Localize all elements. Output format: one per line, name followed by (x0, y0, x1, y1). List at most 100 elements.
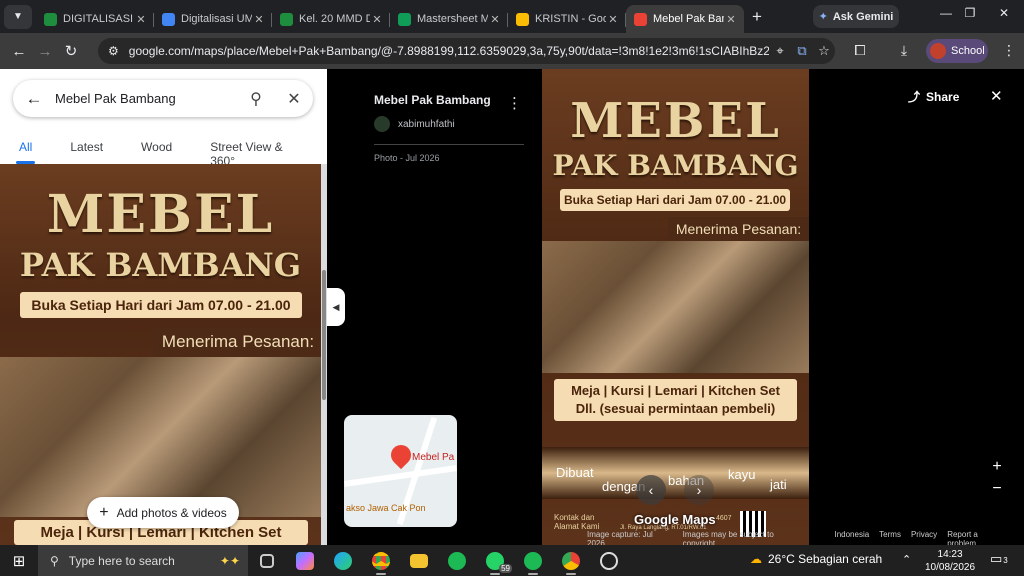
bookmark-star-icon[interactable]: ☆ (813, 43, 835, 59)
map-pin-icon (386, 440, 416, 470)
contact-label: Kontak dan Alamat Kami (554, 513, 600, 531)
photo-info-card: Mebel Pak Bambang xabimuhfathi Photo - J… (374, 93, 524, 163)
next-photo-button[interactable]: › (684, 475, 714, 505)
close-tab-icon[interactable]: ✕ (724, 13, 738, 26)
chrome-profile-icon[interactable] (552, 545, 590, 576)
sparkle-icon: ✦✦ (219, 553, 240, 568)
collapse-panel-button[interactable]: ◀ (327, 288, 345, 326)
opening-hours: Buka Setiap Hari dari Jam 07.00 - 21.00 (560, 189, 790, 211)
close-window-button[interactable]: ✕ (992, 6, 1016, 26)
contributor[interactable]: xabimuhfathi (374, 116, 524, 132)
browser-tab[interactable]: DIGITALISASI U✕ (36, 5, 154, 33)
profile-button[interactable]: School (926, 39, 988, 63)
sign-text-dibuat: Dibuat (556, 465, 594, 480)
whatsapp-icon[interactable]: 59 (476, 545, 514, 576)
sign-subtitle: PAK BAMBANG (19, 246, 302, 284)
system-clock[interactable]: 14:23 10/08/2026 (925, 548, 975, 574)
google-maps-watermark: Google Maps (634, 512, 716, 527)
browser-tab[interactable]: Mastersheet M ✕ (390, 5, 508, 33)
opening-hours: Buka Setiap Hari dari Jam 07.00 - 21.00 (20, 292, 302, 318)
zoom-in-button[interactable]: + (990, 458, 1004, 476)
task-view-icon[interactable] (248, 545, 286, 576)
forward-icon[interactable]: → (32, 43, 58, 60)
chrome-icon[interactable] (362, 545, 400, 576)
tab-filter-3[interactable]: Street View & 360° (191, 132, 327, 168)
sign-title: MEBEL (46, 184, 275, 245)
place-title[interactable]: Mebel Pak Bambang (374, 93, 524, 107)
tab-filter-2[interactable]: Wood (122, 132, 191, 164)
tab-title: Mastersheet M (417, 13, 488, 25)
taskbar-search[interactable]: ⚲ Type here to search ✦✦ (38, 545, 248, 576)
close-tab-icon[interactable]: ✕ (488, 13, 502, 26)
whatsapp-badge: 59 (499, 564, 512, 573)
mini-map[interactable]: Mebel Pa akso Jawa Cak Pon (344, 415, 457, 527)
chevron-right-icon: › (696, 482, 702, 498)
chatgpt-icon[interactable] (590, 545, 628, 576)
tab-title: Kel. 20 MMD D (299, 13, 370, 25)
browser-tab[interactable]: Mebel Pak Bam ✕ (626, 5, 744, 33)
share-button[interactable]: ⤴ Share (908, 88, 959, 105)
tab-title: DIGITALISASI U (63, 13, 134, 25)
sign-subtitle: PAK BAMBANG (552, 149, 799, 182)
tab-title: Digitalisasi UM (181, 13, 252, 25)
download-icon[interactable]: ⤓ (893, 42, 915, 59)
sign-text-jati: jati (770, 477, 787, 492)
back-arrow-icon[interactable]: ← (13, 89, 55, 109)
close-viewer-icon[interactable]: ✕ (990, 87, 1003, 105)
close-icon[interactable]: ✕ (275, 89, 313, 109)
maps-footer: Image capture: Jul 2026 Images may be su… (587, 530, 1024, 548)
tab-favicon-icon (516, 12, 529, 26)
tab-filter-0[interactable]: All (0, 132, 51, 164)
more-options-icon[interactable]: ⋮ (507, 94, 522, 112)
close-tab-icon[interactable]: ✕ (252, 13, 266, 26)
new-tab-button[interactable]: + (744, 7, 770, 27)
sparkle-icon: ✦ (818, 11, 828, 23)
close-tab-icon[interactable]: ✕ (134, 13, 148, 26)
menu-icon[interactable]: ⋮ (998, 42, 1020, 59)
address-bar[interactable]: ⚙ google.com/maps/place/Mebel+Pak+Bamban… (98, 38, 835, 64)
plus-icon: + (99, 503, 109, 521)
spotify-icon[interactable] (438, 545, 476, 576)
maximize-button[interactable]: ❐ (958, 6, 982, 26)
notification-icon[interactable]: ▭3 (990, 551, 1008, 567)
tab-search-button[interactable]: ▼ (4, 4, 32, 29)
back-icon[interactable]: ← (6, 43, 32, 60)
add-photos-button[interactable]: + Add photos & videos (87, 497, 239, 528)
browser-tab[interactable]: Digitalisasi UM ✕ (154, 5, 272, 33)
url-text: google.com/maps/place/Mebel+Pak+Bambang/… (128, 44, 769, 58)
spotify-running-icon[interactable] (514, 545, 552, 576)
copilot-icon[interactable] (286, 545, 324, 576)
edge-icon[interactable] (324, 545, 362, 576)
browser-tab[interactable]: KRISTIN - Goo ✕ (508, 5, 626, 33)
main-photo[interactable]: MEBEL PAK BAMBANG Buka Setiap Hari dari … (542, 69, 809, 545)
minimize-button[interactable]: — (934, 6, 958, 26)
reload-icon[interactable]: ↻ (58, 42, 84, 60)
file-explorer-icon[interactable] (400, 545, 438, 576)
avatar (930, 43, 946, 59)
location-icon[interactable]: ⌖ (769, 43, 791, 59)
windows-start-icon[interactable]: ⊞ (0, 552, 38, 570)
weather-widget[interactable]: ☁ 26°C Sebagian cerah (750, 552, 882, 566)
install-icon[interactable]: ⧉ (791, 43, 813, 59)
maps-search-box[interactable]: ← Mebel Pak Bambang ⚲ ✕ (13, 80, 313, 117)
menerima-label: Menerima Pesanan: (155, 327, 321, 357)
photo-thumbnail[interactable]: MEBEL PAK BAMBANG Buka Setiap Hari dari … (0, 164, 321, 545)
tab-favicon-icon (398, 12, 411, 26)
search-icon[interactable]: ⚲ (237, 89, 275, 109)
extensions-icon[interactable]: ⧠ (849, 42, 871, 59)
previous-photo-button[interactable]: ‹ (636, 475, 666, 505)
browser-tab[interactable]: Kel. 20 MMD D ✕ (272, 5, 390, 33)
search-input[interactable]: Mebel Pak Bambang (55, 91, 237, 106)
close-tab-icon[interactable]: ✕ (370, 13, 384, 26)
tab-favicon-icon (44, 12, 57, 26)
items-banner: Meja | Kursi | Lemari | Kitchen Set Dll. … (554, 379, 797, 421)
zoom-out-button[interactable]: − (990, 480, 1004, 498)
site-info-icon[interactable]: ⚙ (108, 44, 119, 58)
ask-gemini-button[interactable]: ✦ Ask Gemini (813, 5, 899, 28)
scrollbar-thumb[interactable] (322, 270, 326, 400)
search-icon: ⚲ (50, 553, 59, 568)
tab-favicon-icon (634, 12, 647, 26)
tab-filter-1[interactable]: Latest (51, 132, 122, 164)
chevron-up-icon[interactable]: ⌃ (902, 553, 911, 566)
close-tab-icon[interactable]: ✕ (606, 13, 620, 26)
